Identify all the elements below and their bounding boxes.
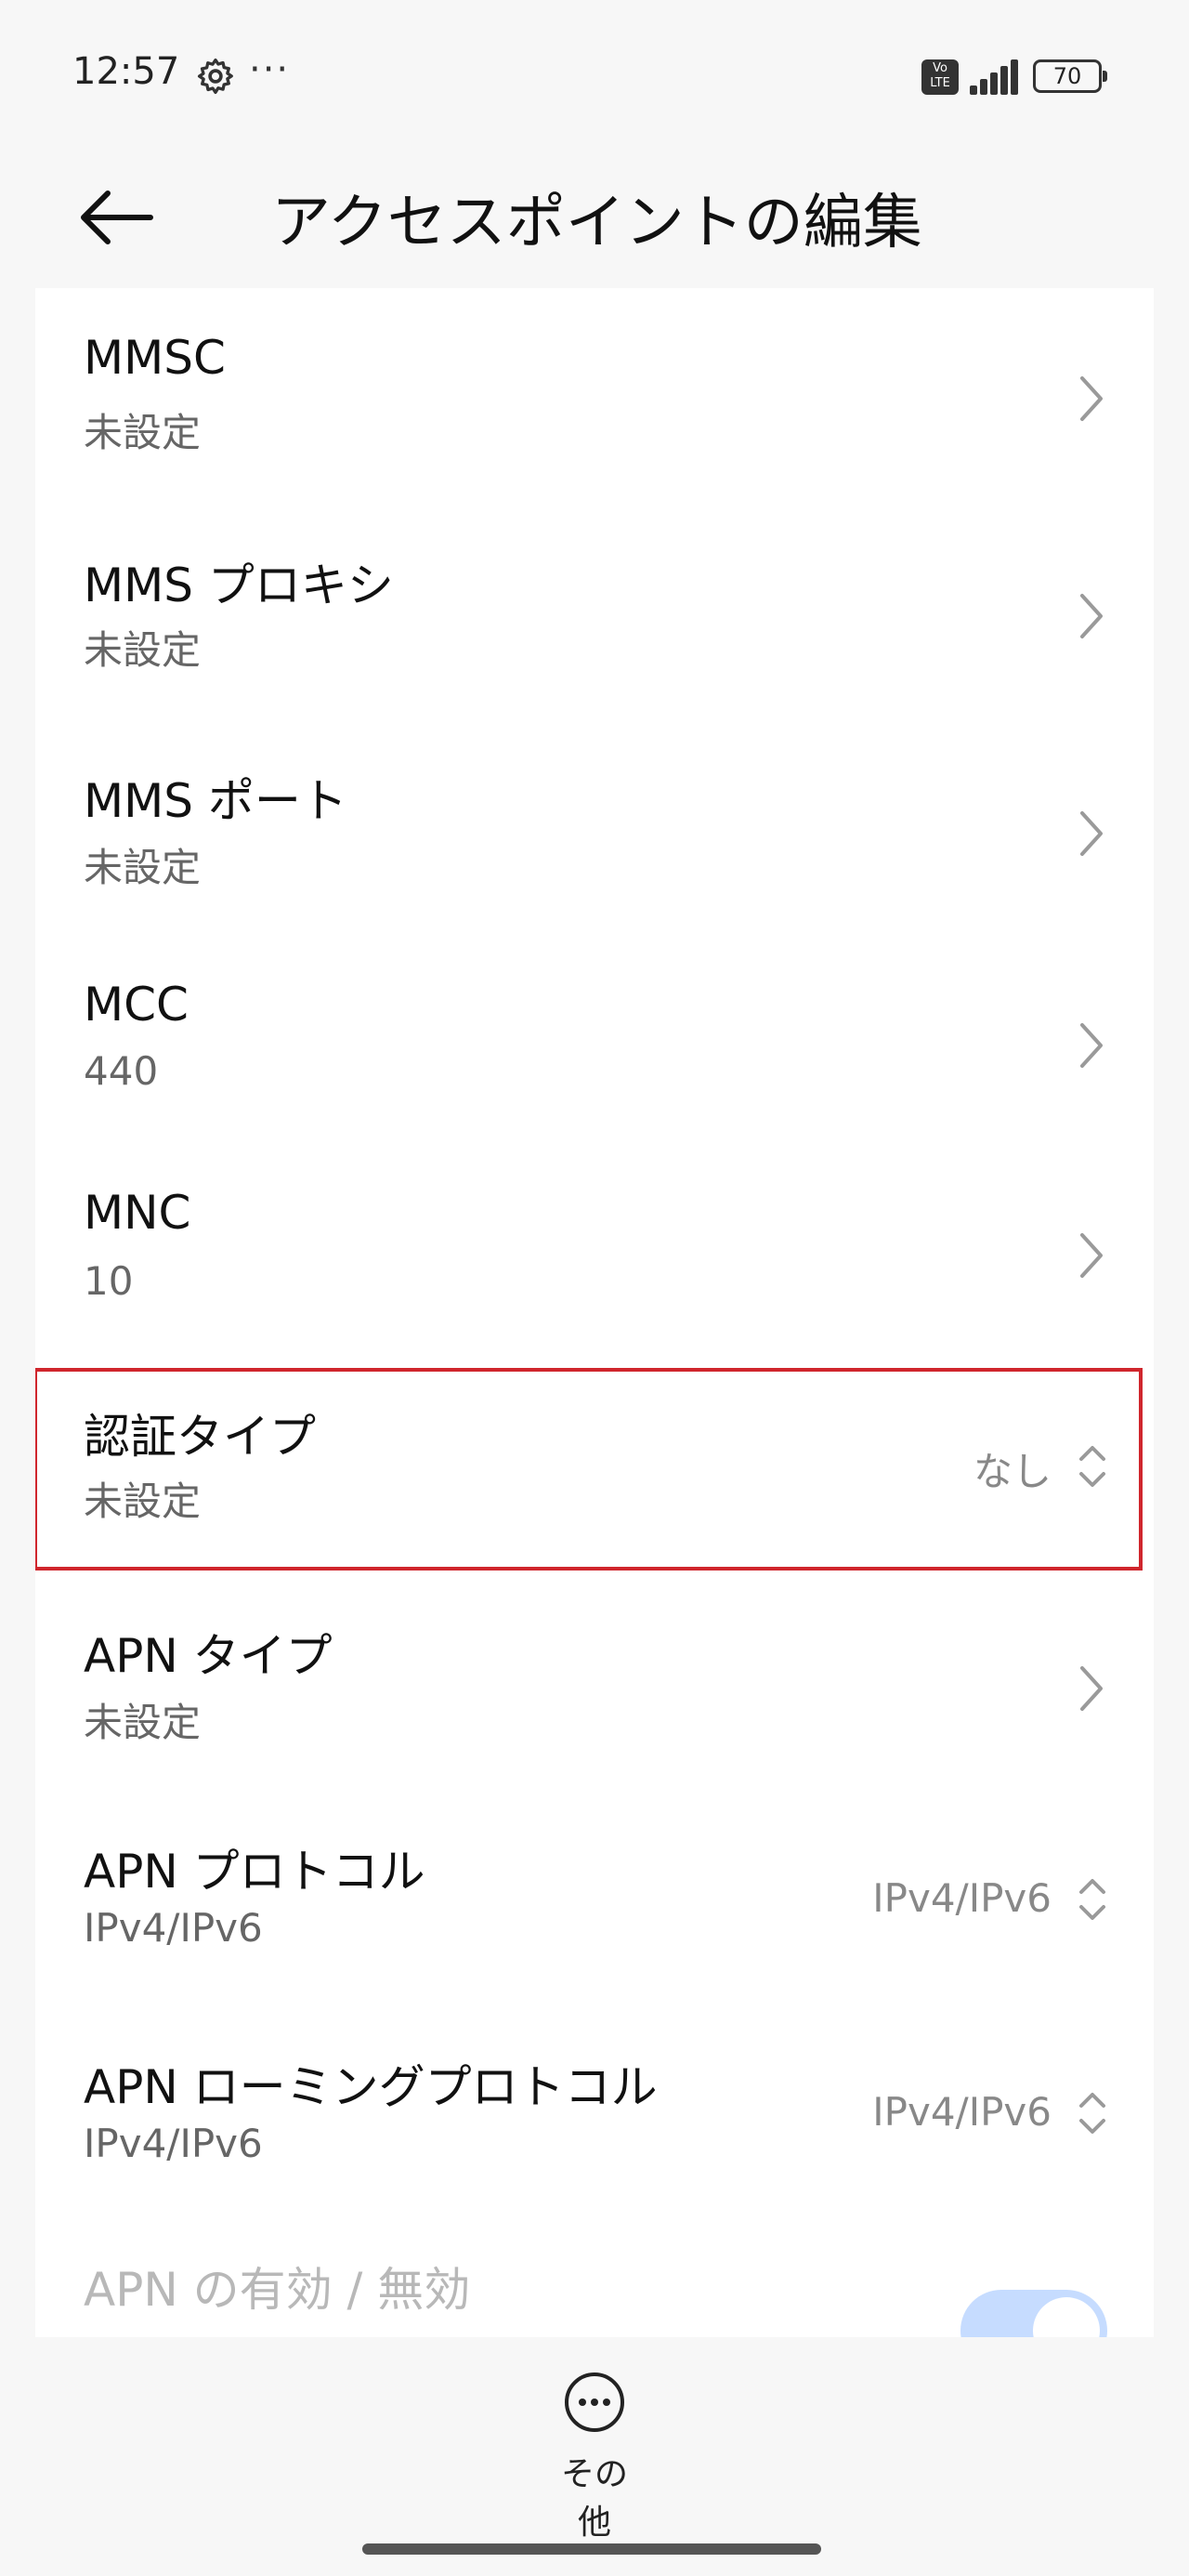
status-time: 12:57	[72, 50, 180, 93]
home-indicator[interactable]	[362, 2543, 821, 2555]
list-item-title: MMS ポート	[84, 774, 347, 828]
list-item-mnc[interactable]: MNC 10	[35, 1149, 1154, 1357]
list-item-value: 未設定	[84, 627, 202, 673]
signal-icon	[970, 58, 1020, 95]
list-item-value: 未設定	[84, 410, 202, 455]
list-item-title: APN ローミングプロトコル	[84, 2060, 658, 2114]
list-item-title: 認証タイプ	[84, 1410, 316, 1464]
more-notifications-icon: ···	[249, 48, 291, 91]
apn-enable-toggle[interactable]	[960, 2290, 1107, 2337]
list-item-title: APN の有効 / 無効	[84, 2263, 471, 2317]
list-item-title: MCC	[84, 978, 189, 1032]
gear-icon	[197, 58, 233, 95]
dropdown-selected-value: IPv4/IPv6	[872, 2089, 1052, 2135]
dropdown-selected-value: なし	[973, 1449, 1052, 1494]
list-item-value: 未設定	[84, 845, 202, 890]
list-item-apn-roaming-protocol[interactable]: APN ローミングプロトコル IPv4/IPv6 IPv4/IPv6	[35, 2009, 1154, 2219]
list-item-title: APN タイプ	[84, 1629, 333, 1683]
chevron-up-down-icon	[1079, 2093, 1105, 2134]
chevron-right-icon	[1080, 1023, 1103, 1068]
list-item-value: 未設定	[84, 1700, 202, 1745]
more-options-button[interactable]: その他	[548, 2371, 641, 2542]
battery-icon: 70	[1033, 59, 1107, 93]
chevron-right-icon	[1080, 376, 1103, 421]
back-button[interactable]	[76, 180, 160, 255]
list-item-value: 440	[84, 1048, 159, 1094]
chevron-right-icon	[1080, 594, 1103, 638]
chevron-right-icon	[1080, 1666, 1103, 1711]
list-item-title: MMS プロキシ	[84, 559, 394, 612]
toggle-knob	[1033, 2297, 1100, 2337]
list-item-apn-enable: APN の有効 / 無効	[35, 2219, 1154, 2337]
bottom-action-bar: その他	[0, 2337, 1189, 2576]
status-bar: 12:57 ··· Vo LTE 70	[0, 0, 1189, 149]
list-item-mms-port[interactable]: MMS ポート 未設定	[35, 721, 1154, 939]
list-item-value: IPv4/IPv6	[84, 1905, 263, 1951]
list-item-value: 未設定	[84, 1479, 202, 1524]
settings-list: MMSC 未設定 MMS プロキシ 未設定 MMS ポート 未設定 MCC 44…	[35, 288, 1154, 2337]
page-title: アクセスポイントの編集	[271, 189, 922, 257]
list-item-title: MNC	[84, 1186, 191, 1240]
list-item-mms-proxy[interactable]: MMS プロキシ 未設定	[35, 504, 1154, 721]
list-item-mmsc[interactable]: MMSC 未設定	[35, 288, 1154, 504]
chevron-right-icon	[1080, 811, 1103, 856]
ellipsis-circle-icon	[565, 2372, 624, 2432]
list-item-value: IPv4/IPv6	[84, 2121, 263, 2166]
arrow-left-icon	[81, 191, 153, 244]
list-item-apn-protocol[interactable]: APN プロトコル IPv4/IPv6 IPv4/IPv6	[35, 1794, 1154, 2009]
list-item-mcc[interactable]: MCC 440	[35, 939, 1154, 1149]
dropdown-selected-value: IPv4/IPv6	[872, 1875, 1052, 1921]
chevron-up-down-icon	[1079, 1879, 1105, 1920]
list-item-apn-type[interactable]: APN タイプ 未設定	[35, 1580, 1154, 1794]
chevron-up-down-icon	[1079, 1446, 1105, 1487]
list-item-title: MMSC	[84, 331, 226, 385]
list-item-value: 10	[84, 1258, 134, 1304]
list-item-title: APN プロトコル	[84, 1845, 425, 1899]
app-header: アクセスポイントの編集	[0, 149, 1189, 288]
chevron-right-icon	[1080, 1233, 1103, 1278]
list-item-auth-type[interactable]: 認証タイプ 未設定 なし	[35, 1357, 1154, 1580]
volte-icon: Vo LTE	[921, 59, 959, 95]
more-options-label: その他	[560, 2455, 628, 2542]
